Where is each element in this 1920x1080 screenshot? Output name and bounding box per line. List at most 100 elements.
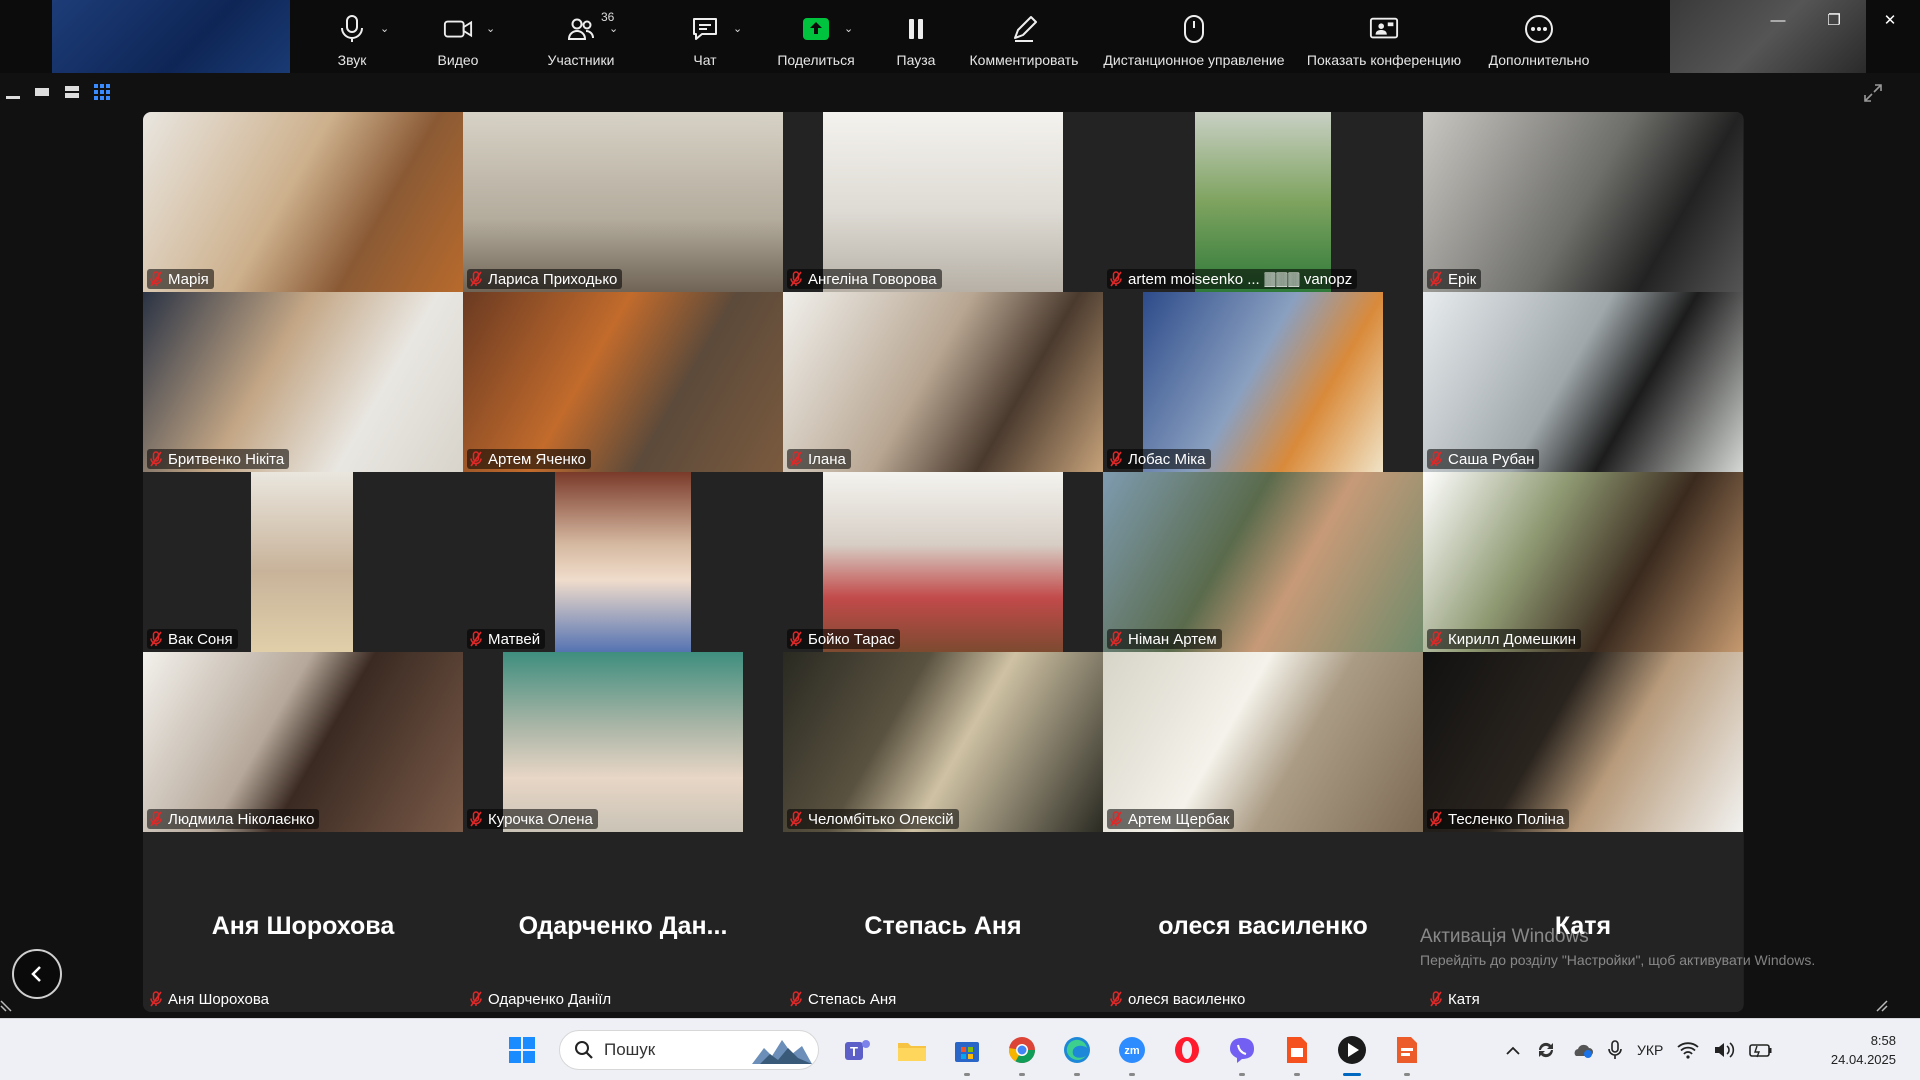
participant-tile[interactable]: Лобас Міка [1103, 292, 1423, 472]
close-button[interactable]: ✕ [1862, 0, 1918, 40]
mic-muted-icon [1110, 451, 1124, 467]
participant-tile[interactable]: Німан Артем [1103, 472, 1423, 652]
gallery-view-icon[interactable] [94, 84, 110, 100]
sync-icon[interactable] [1535, 1039, 1557, 1061]
toolbar-button-label: Показать конференцию [1306, 52, 1462, 68]
participant-tile[interactable]: artem moiseenko ... 🀫🀫🀫 vanopz [1103, 112, 1423, 292]
participant-tile[interactable]: Саша Рубан [1423, 292, 1743, 472]
microphone-tray-icon[interactable] [1607, 1039, 1623, 1061]
minimize-video-icon[interactable] [6, 85, 20, 99]
chrome-app[interactable] [994, 1019, 1049, 1080]
toolbar-button-more[interactable]: Дополнительно [1468, 0, 1610, 73]
audio-only-tile[interactable]: Катя Катя [1423, 832, 1743, 1012]
participant-tile[interactable]: Челомбітько Олексій [783, 652, 1103, 832]
toolbar-button-remote-control[interactable]: Дистанционное управление [1088, 0, 1300, 73]
edge-app[interactable] [1049, 1019, 1104, 1080]
participant-tile[interactable]: Курочка Олена [463, 652, 783, 832]
participant-name-tag: Ерік [1427, 269, 1482, 289]
participant-display-name: Аня Шорохова [211, 912, 395, 940]
taskbar-search[interactable]: Пошук [559, 1030, 819, 1070]
participant-name: Людмила Ніколаєнко [168, 810, 315, 828]
toolbar-button-annotate-pen[interactable]: Комментировать [960, 0, 1088, 73]
wifi-icon[interactable] [1677, 1041, 1699, 1059]
fullscreen-icon[interactable] [1862, 82, 1884, 104]
teams-app[interactable]: T [829, 1019, 884, 1080]
microsoft-store-app[interactable] [939, 1019, 994, 1080]
speaker-view-icon[interactable] [34, 85, 50, 99]
participant-tile[interactable]: Артем Щербак [1103, 652, 1423, 832]
participant-name: Саша Рубан [1448, 450, 1535, 468]
running-indicator [1018, 1073, 1025, 1076]
teams-icon: T [844, 1040, 870, 1060]
toolbar-button-participants[interactable]: Участники ⌄ 36 [512, 0, 650, 73]
battery-icon[interactable] [1749, 1041, 1773, 1059]
participant-tile[interactable]: Ерік [1423, 112, 1743, 292]
audio-only-tile[interactable]: Степась Аня Степась Аня [783, 832, 1103, 1012]
onedrive-icon[interactable] [1571, 1040, 1593, 1060]
toolbar-button-video-camera[interactable]: Видео ⌄ [404, 0, 512, 73]
participant-name-tag: Бойко Тарас [787, 629, 900, 649]
mic-muted-icon [1110, 631, 1124, 647]
pdf-app[interactable] [1379, 1019, 1434, 1080]
opera-app[interactable] [1159, 1019, 1214, 1080]
chevron-down-icon[interactable]: ⌄ [844, 22, 853, 35]
speaker-icon[interactable] [1713, 1041, 1735, 1059]
toolbar-button-show-meeting[interactable]: Показать конференцию [1300, 0, 1468, 73]
participant-tile[interactable]: Ілана [783, 292, 1103, 472]
viber-app[interactable] [1214, 1019, 1269, 1080]
participant-name-tag: Челомбітько Олексій [787, 809, 959, 829]
audio-only-tile[interactable]: Одарченко Дан... Одарченко Даніїл [463, 832, 783, 1012]
participant-video [783, 292, 1103, 472]
participant-tile[interactable]: Марія [143, 112, 463, 292]
audio-only-tile[interactable]: Аня Шорохова Аня Шорохова [143, 832, 463, 1012]
chevron-down-icon[interactable]: ⌄ [486, 22, 495, 35]
taskbar-clock[interactable]: 8:58 24.04.2025 [1822, 1031, 1896, 1069]
audio-only-tile[interactable]: олеся василенко олеся василенко [1103, 832, 1423, 1012]
participant-name-tag: Марія [147, 269, 214, 289]
zoom-meeting-window: Звук ⌄ Видео ⌄ Участники ⌄ 36 Чат ⌄ Поделиться ⌄ Па… [0, 0, 1920, 1080]
toolbar-button-pause[interactable]: Пауза [872, 0, 960, 73]
zoom-app[interactable]: zm [1104, 1019, 1159, 1080]
participant-tile[interactable]: Лариса Приходько [463, 112, 783, 292]
participant-tile[interactable]: Людмила Ніколаєнко [143, 652, 463, 832]
participant-display-name: Степась Аня [864, 912, 1022, 940]
participant-name-tag: Ангеліна Говорова [787, 269, 942, 289]
participant-tile[interactable]: Бойко Тарас [783, 472, 1103, 652]
toolbar-button-label: Видео [437, 52, 479, 68]
participant-tile[interactable]: Тесленко Поліна [1423, 652, 1743, 832]
participant-name-tag: Лариса Приходько [467, 269, 623, 289]
media-player-app[interactable] [1324, 1019, 1379, 1080]
restore-button[interactable]: ❐ [1806, 0, 1862, 40]
minimize-button[interactable]: — [1750, 0, 1806, 40]
toolbar-button-share-screen[interactable]: Поделиться ⌄ [760, 0, 872, 73]
participant-tile[interactable]: Вак Соня [143, 472, 463, 652]
mic-muted-icon [790, 991, 804, 1007]
viber-icon [1229, 1038, 1254, 1063]
standard-view-icon[interactable] [64, 85, 80, 99]
chevron-down-icon[interactable]: ⌄ [733, 22, 742, 35]
chevron-up-icon[interactable] [1505, 1044, 1521, 1056]
participant-tile[interactable]: Матвей [463, 472, 783, 652]
participant-name: Лариса Приходько [488, 270, 618, 288]
toolbar-button-label: Дополнительно [1488, 52, 1590, 68]
toolbar-button-label: Пауза [896, 52, 936, 68]
participant-video [783, 652, 1103, 832]
chevron-down-icon[interactable]: ⌄ [380, 22, 389, 35]
file-explorer-app[interactable] [884, 1019, 939, 1080]
participant-tile[interactable]: Кирилл Домешкин [1423, 472, 1743, 652]
participant-tile[interactable]: Артем Яченко [463, 292, 783, 472]
participant-display-name: Одарченко Дан... [518, 912, 728, 940]
participant-video [143, 652, 463, 832]
participant-name: Німан Артем [1128, 630, 1217, 648]
slides-app[interactable] [1269, 1019, 1324, 1080]
resize-grip-left-icon[interactable] [0, 996, 16, 1012]
toolbar-button-chat[interactable]: Чат ⌄ [650, 0, 760, 73]
input-language[interactable]: УКР [1637, 1042, 1663, 1058]
self-view-thumbnail[interactable] [52, 0, 290, 73]
participant-tile[interactable]: Ангеліна Говорова [783, 112, 1103, 292]
start-button[interactable] [494, 1019, 549, 1080]
toolbar-button-microphone[interactable]: Звук ⌄ [300, 0, 404, 73]
participant-tile[interactable]: Бритвенко Нікіта [143, 292, 463, 472]
resize-grip-icon[interactable] [1872, 996, 1888, 1012]
previous-page-button[interactable] [12, 949, 62, 999]
